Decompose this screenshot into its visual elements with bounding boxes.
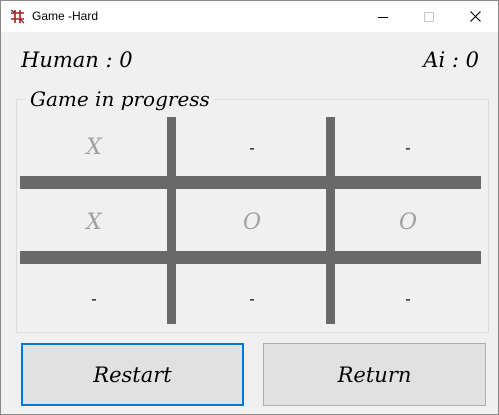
grid-app-icon	[10, 9, 25, 24]
board-cell-r3-c3[interactable]: -	[335, 268, 481, 328]
maximize-icon	[424, 11, 434, 22]
board-cell-r2-c1[interactable]: X	[21, 192, 167, 252]
maximize-button[interactable]	[406, 1, 452, 32]
game-window: Game -Hard Human : 0 Ai : 0 Game in prog…	[0, 0, 499, 415]
title-bar[interactable]: Game -Hard	[1, 1, 498, 32]
board-cell-r2-c3[interactable]: O	[335, 192, 481, 252]
board-cell-r1-c3[interactable]: -	[335, 117, 481, 177]
board-cell-r1-c2[interactable]: -	[179, 117, 325, 177]
grid-line-horizontal-2	[20, 251, 481, 264]
minimize-icon	[378, 16, 388, 18]
return-button[interactable]: Return	[263, 343, 486, 406]
close-button[interactable]	[452, 1, 498, 32]
grid-line-vertical-1	[167, 117, 176, 324]
grid-line-vertical-2	[326, 117, 335, 324]
window-title: Game -Hard	[32, 9, 99, 23]
minimize-button[interactable]	[360, 1, 406, 32]
board-cell-r3-c1[interactable]: -	[21, 268, 167, 328]
grid-line-horizontal-1	[20, 176, 481, 189]
close-icon	[469, 11, 481, 22]
game-status-label: Game in progress	[26, 87, 214, 111]
board-cell-r3-c2[interactable]: -	[179, 268, 325, 328]
board-cell-r2-c2[interactable]: O	[179, 192, 325, 252]
board-cell-r1-c1[interactable]: X	[21, 117, 167, 177]
restart-button[interactable]: Restart	[21, 343, 244, 406]
human-score: Human : 0	[21, 48, 133, 72]
ai-score: Ai : 0	[423, 48, 479, 72]
